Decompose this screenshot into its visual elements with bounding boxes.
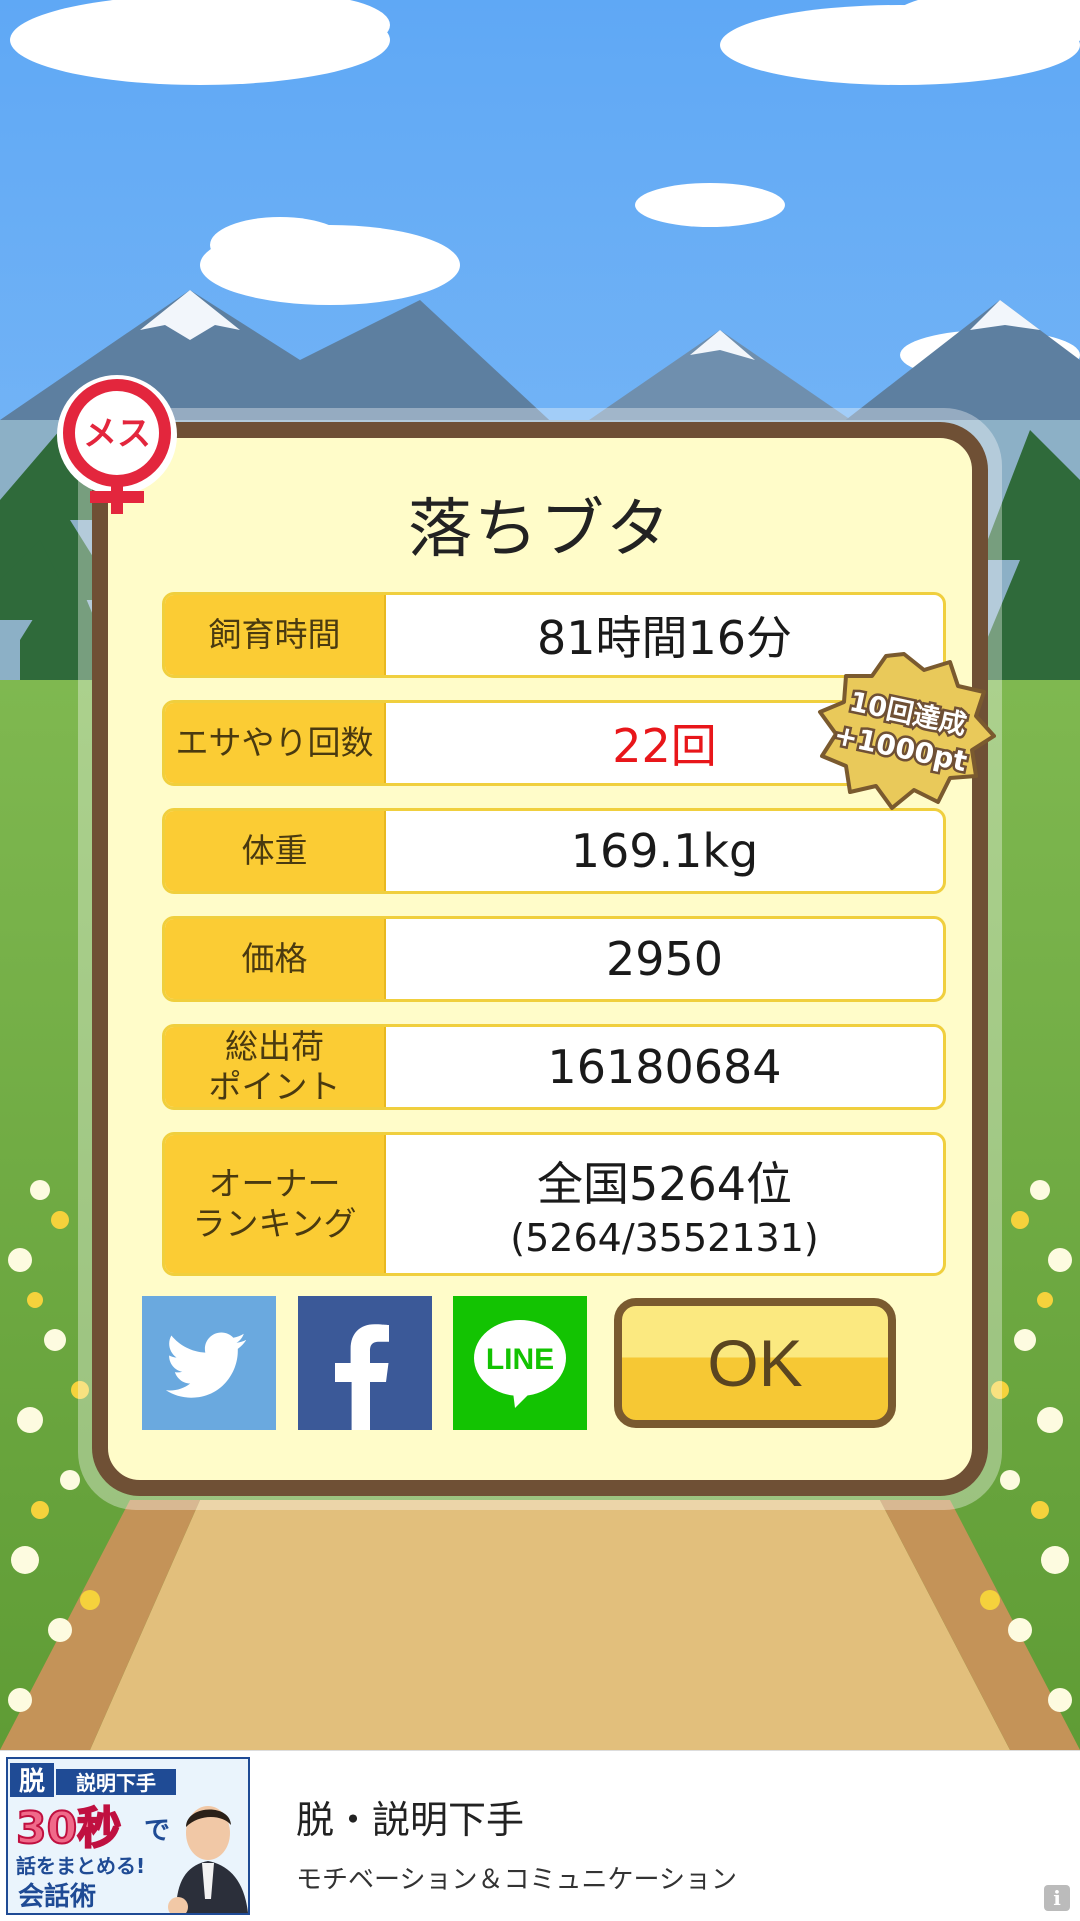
ad-thumb-tag2: 説明下手 (76, 1771, 156, 1795)
ad-thumb-tag1: 脱 (19, 1767, 45, 1797)
stat-row-price: 価格 2950 (162, 916, 946, 1002)
ad-info-icon[interactable]: i (1044, 1885, 1070, 1911)
stat-label: 飼育時間 (165, 595, 386, 675)
ranking-national: 全国5264位 (536, 1157, 793, 1211)
stat-label: 総出荷 ポイント (165, 1027, 386, 1107)
ad-thumb-big: 30秒 (16, 1803, 121, 1854)
pig-name-title: 落ちブタ (408, 493, 672, 567)
stat-value: 16180684 (547, 1040, 782, 1094)
ad-banner[interactable]: 脱 説明下手 30秒 で 話をまとめる! 会話術 脱・説明下手 モチベーション＆… (0, 1750, 1080, 1921)
twitter-bird-icon (165, 1332, 246, 1398)
stat-label: エサやり回数 (165, 703, 386, 783)
stat-value: 169.1kg (570, 824, 759, 878)
ranking-detail: (5264/3552131) (510, 1216, 819, 1260)
stat-value: 全国5264位 (5264/3552131) (386, 1135, 943, 1273)
ad-subtitle: モチベーション＆コミュニケーション (296, 1865, 737, 1895)
ok-button[interactable]: OK (614, 1298, 896, 1428)
ad-thumb-line3: 会話術 (18, 1881, 96, 1912)
stat-label: 体重 (165, 811, 386, 891)
stat-row-total-points: 総出荷 ポイント 16180684 (162, 1024, 946, 1110)
stat-row-weight: 体重 169.1kg (162, 808, 946, 894)
facebook-f-icon (335, 1324, 389, 1430)
line-logo-text: LINE (486, 1343, 554, 1376)
facebook-share-button[interactable] (298, 1296, 432, 1430)
ad-title[interactable]: 脱・説明下手 (296, 1789, 524, 1844)
line-share-button[interactable]: LINE (453, 1296, 587, 1430)
female-gender-icon: メス (52, 373, 182, 523)
line-logo-icon: LINE (474, 1320, 566, 1408)
stat-value: 2950 (605, 932, 724, 986)
gender-label: メス (83, 414, 151, 454)
ad-thumbnail[interactable]: 脱 説明下手 30秒 で 話をまとめる! 会話術 (6, 1757, 250, 1915)
twitter-share-button[interactable] (142, 1296, 276, 1430)
ad-thumb-with: で (144, 1816, 170, 1846)
achievement-badge: 10回達成 +1000pt (812, 652, 996, 812)
stat-label: オーナー ランキング (165, 1135, 386, 1273)
stat-row-owner-ranking: オーナー ランキング 全国5264位 (5264/3552131) (162, 1132, 946, 1276)
ad-thumb-line2: 話をまとめる! (16, 1854, 145, 1878)
stat-label: 価格 (165, 919, 386, 999)
result-card: 落ちブタ 飼育時間 81時間16分 エサやり回数 22回 体重 169.1kg … (92, 422, 988, 1496)
